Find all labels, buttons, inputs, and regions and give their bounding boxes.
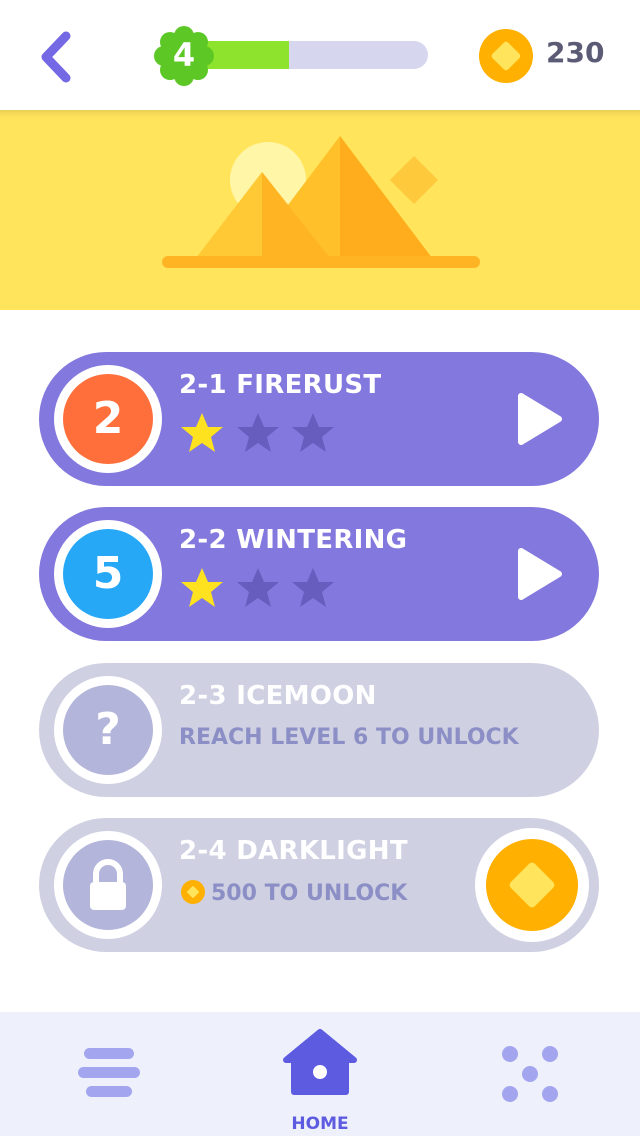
level-row-icemoon[interactable]: ? 2-3 ICEMOON REACH LEVEL 6 TO UNLOCK (39, 663, 599, 797)
back-button[interactable] (28, 22, 88, 92)
pyramids-illustration (162, 136, 480, 268)
menu-icon (78, 1048, 140, 1097)
unlock-with-coins-button[interactable] (475, 828, 589, 942)
player-level: 4 (172, 36, 196, 74)
nav-home-label: HOME (291, 1114, 349, 1134)
level-row-wintering[interactable]: 5 2-2 WINTERING (39, 507, 599, 641)
level-badge-number: 2 (63, 374, 153, 464)
level-badge: 5 (54, 520, 162, 628)
unlock-cost-label: 500 TO UNLOCK (211, 881, 408, 906)
bottom-navigation: HOME (0, 1012, 640, 1136)
star-empty-icon (292, 568, 334, 607)
question-mark-icon: ? (63, 685, 153, 775)
nav-home[interactable]: HOME (272, 1026, 368, 1136)
lock-badge (63, 840, 153, 930)
xp-bar (192, 41, 428, 69)
play-icon[interactable] (515, 547, 565, 601)
level-row-firerust[interactable]: 2 2-1 FIRERUST (39, 352, 599, 486)
unlock-cost: 500 TO UNLOCK (181, 880, 407, 906)
home-icon (283, 1029, 357, 1095)
nav-menu[interactable] (74, 1044, 144, 1104)
level-progress: 4 (152, 24, 432, 88)
coin-icon (181, 880, 205, 904)
star-filled-icon (181, 413, 223, 452)
level-badge: 2 (54, 365, 162, 473)
star-rating (178, 410, 348, 460)
level-title: 2-3 ICEMOON (179, 681, 377, 711)
star-empty-icon (237, 413, 279, 452)
level-row-darklight[interactable]: 2-4 DARKLIGHT 500 TO UNLOCK (39, 818, 599, 952)
nav-more[interactable] (496, 1042, 566, 1108)
coin-icon (479, 29, 533, 83)
world-banner (0, 110, 640, 310)
star-filled-icon (181, 568, 223, 607)
unlock-requirement: REACH LEVEL 6 TO UNLOCK (179, 725, 519, 750)
star-rating (178, 565, 348, 615)
level-title: 2-4 DARKLIGHT (179, 836, 408, 866)
level-title: 2-2 WINTERING (179, 525, 408, 555)
coin-icon (486, 839, 578, 931)
dots-icon (502, 1046, 558, 1102)
play-icon[interactable] (515, 392, 565, 446)
level-badge-number: 5 (63, 529, 153, 619)
level-badge: ? (54, 676, 162, 784)
chevron-left-icon (41, 31, 71, 83)
level-badge (54, 831, 162, 939)
coin-balance: 230 (546, 36, 605, 69)
top-bar: 4 230 (0, 0, 640, 110)
star-empty-icon (237, 568, 279, 607)
star-empty-icon (292, 413, 334, 452)
lock-icon (90, 859, 126, 910)
level-title: 2-1 FIRERUST (179, 370, 382, 400)
